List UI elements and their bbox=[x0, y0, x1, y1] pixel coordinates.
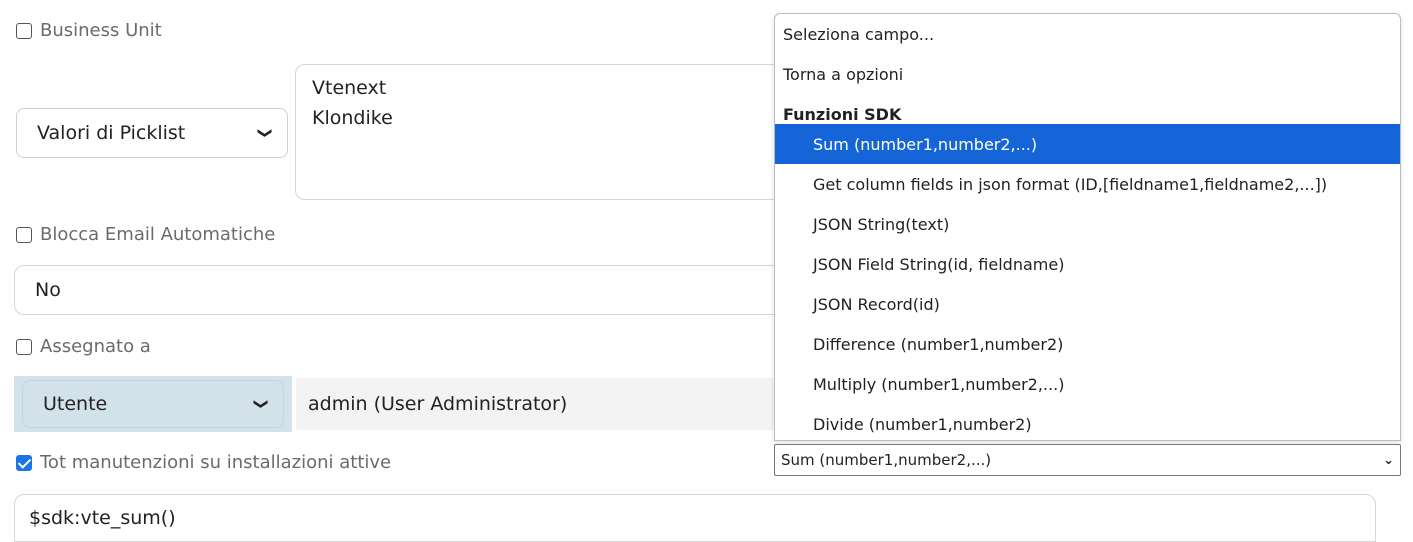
chevron-down-icon: ⌄ bbox=[1383, 452, 1394, 468]
blocca-email-checkbox[interactable] bbox=[16, 226, 32, 243]
blocca-email-select[interactable]: No bbox=[14, 265, 814, 315]
dropdown-option-seleziona[interactable]: Seleziona campo... bbox=[775, 14, 1400, 54]
field-function-dropdown-list[interactable]: Seleziona campo... Torna a opzioni Funzi… bbox=[774, 13, 1401, 441]
assigned-user-value: admin (User Administrator) bbox=[308, 393, 568, 415]
dropdown-option-json-string[interactable]: JSON String(text) bbox=[775, 204, 1400, 244]
assignee-type-container: Utente ❯ bbox=[14, 376, 292, 432]
tot-manutenzioni-checkbox-row[interactable]: Tot manutenzioni su installazioni attive bbox=[16, 452, 391, 473]
assegnato-label: Assegnato a bbox=[40, 336, 151, 357]
dropdown-option-json-record[interactable]: JSON Record(id) bbox=[775, 284, 1400, 324]
tot-manutenzioni-checkbox[interactable] bbox=[16, 454, 32, 471]
chevron-down-icon: ❯ bbox=[253, 398, 270, 410]
dropdown-option-difference[interactable]: Difference (number1,number2) bbox=[775, 324, 1400, 364]
tot-manutenzioni-value: $sdk:vte_sum() bbox=[29, 507, 176, 529]
picklist-type-select[interactable]: Valori di Picklist ❯ bbox=[16, 108, 288, 158]
dropdown-group-funzioni-sdk: Funzioni SDK bbox=[783, 104, 902, 124]
chevron-down-icon: ❯ bbox=[257, 127, 274, 139]
blocca-email-checkbox-row[interactable]: Blocca Email Automatiche bbox=[16, 224, 275, 245]
picklist-value-item[interactable]: Vtenext bbox=[312, 73, 798, 103]
blocca-email-value: No bbox=[35, 279, 61, 301]
dropdown-option-multiply[interactable]: Multiply (number1,number2,...) bbox=[775, 364, 1400, 404]
dropdown-option-get-column-fields[interactable]: Get column fields in json format (ID,[fi… bbox=[775, 164, 1400, 204]
blocca-email-label: Blocca Email Automatiche bbox=[40, 224, 276, 245]
business-unit-checkbox-row[interactable]: Business Unit bbox=[16, 20, 162, 41]
picklist-type-value: Valori di Picklist bbox=[37, 122, 186, 144]
business-unit-checkbox[interactable] bbox=[16, 22, 32, 39]
business-unit-label: Business Unit bbox=[40, 20, 162, 41]
picklist-values-listbox[interactable]: Vtenext Klondike bbox=[295, 64, 815, 200]
assignee-type-select[interactable]: Utente ❯ bbox=[22, 380, 284, 428]
dropdown-option-json-field-string[interactable]: JSON Field String(id, fieldname) bbox=[775, 244, 1400, 284]
tot-manutenzioni-label: Tot manutenzioni su installazioni attive bbox=[40, 452, 392, 473]
picklist-value-item[interactable]: Klondike bbox=[312, 103, 798, 133]
assegnato-checkbox[interactable] bbox=[16, 338, 32, 355]
dropdown-option-divide[interactable]: Divide (number1,number2) bbox=[775, 404, 1400, 440]
assignee-type-value: Utente bbox=[43, 393, 108, 415]
tot-manutenzioni-input[interactable]: $sdk:vte_sum() bbox=[14, 494, 1376, 542]
field-function-select[interactable]: Sum (number1,number2,...) ⌄ bbox=[774, 444, 1401, 476]
assegnato-checkbox-row[interactable]: Assegnato a bbox=[16, 336, 151, 357]
dropdown-option-sum[interactable]: Sum (number1,number2,...) bbox=[775, 124, 1400, 164]
field-function-select-value: Sum (number1,number2,...) bbox=[781, 451, 992, 469]
assigned-user-field[interactable]: admin (User Administrator) bbox=[296, 378, 816, 430]
dropdown-option-torna[interactable]: Torna a opzioni bbox=[775, 54, 1400, 94]
